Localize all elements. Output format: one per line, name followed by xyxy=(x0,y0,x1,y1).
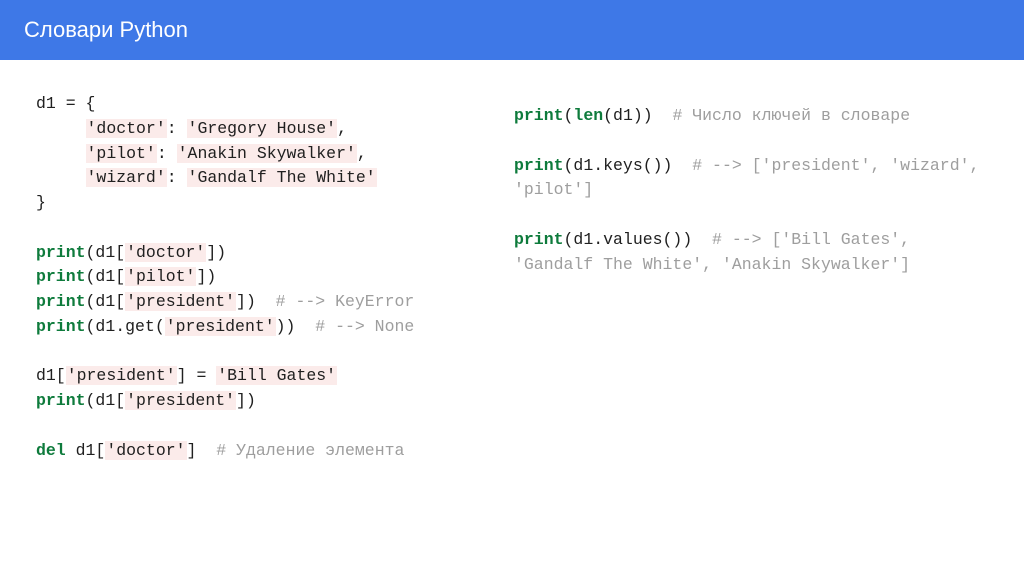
code-column-left: d1 = { 'doctor': 'Gregory House', 'pilot… xyxy=(36,92,466,463)
code-column-right: print(len(d1)) # Число ключей в словаре … xyxy=(514,92,988,463)
slide-header: Словари Python xyxy=(0,0,1024,60)
slide-content: d1 = { 'doctor': 'Gregory House', 'pilot… xyxy=(0,60,1024,495)
slide-title: Словари Python xyxy=(24,17,188,43)
code-block-left: d1 = { 'doctor': 'Gregory House', 'pilot… xyxy=(36,92,466,463)
code-block-right: print(len(d1)) # Число ключей в словаре … xyxy=(514,104,988,277)
